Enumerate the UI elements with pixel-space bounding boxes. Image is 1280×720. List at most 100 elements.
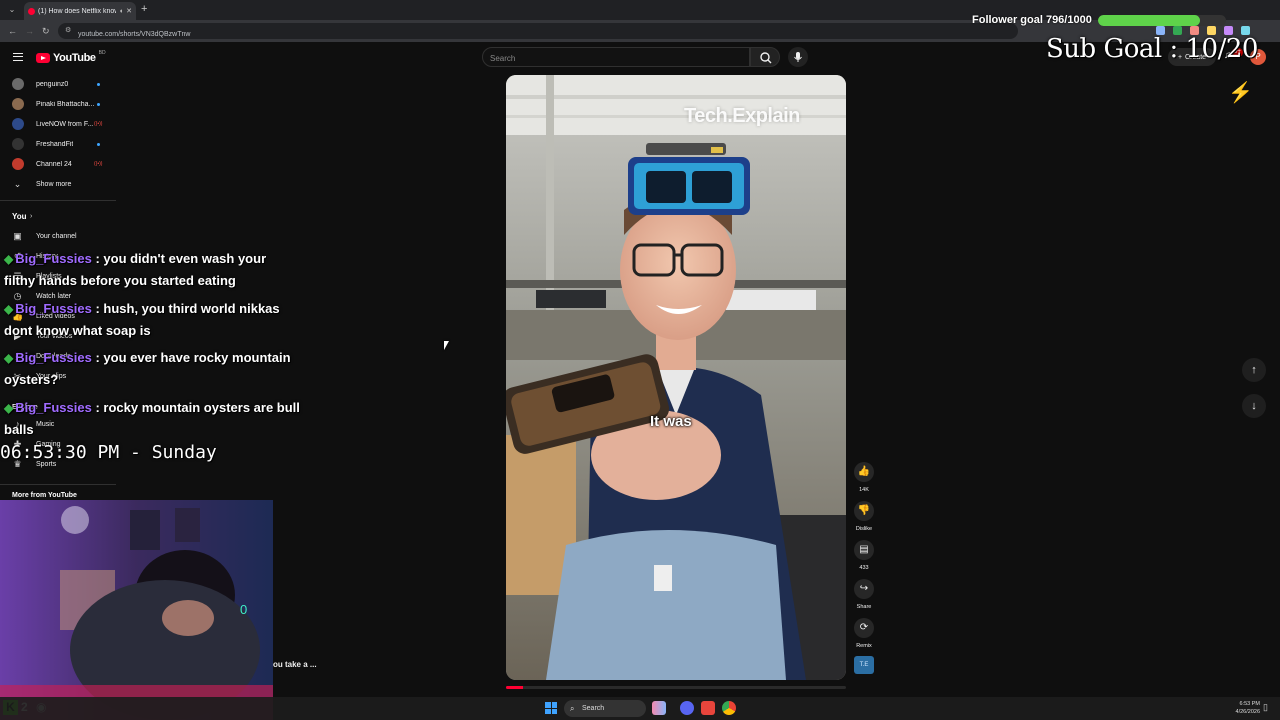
channel-avatar [12,98,24,110]
windows-taskbar: ⌕ Search 6:53 PM 4/26/2026 ▯ [0,697,1280,720]
chat-message: ◆ Big_Fussies : you didn't even wash your… [4,248,300,292]
taskbar-search-label: Search [582,705,605,712]
person-box-icon: ▣ [13,230,22,241]
shorts-video-player[interactable]: Tech.Explain It was [506,75,846,680]
chat-username: Big_Fussies [15,301,92,316]
you-heading: You [12,211,27,221]
next-short-button[interactable]: ↓ [1242,394,1266,418]
sidebar-subscription-item[interactable]: Pinaki Bhattacha... [0,94,116,114]
video-progress-bar[interactable] [506,686,846,689]
youtube-favicon-icon [28,7,35,15]
sidebar-item-label: Your channel [36,232,77,240]
video-caption: It was [650,413,692,430]
sidebar-subscription-item[interactable]: FreshandFit [0,134,116,154]
chrome-icon[interactable] [722,701,736,715]
search-icon: ⌕ [570,704,575,713]
address-bar[interactable]: ⚙ youtube.com/shorts/VN3dQBzwTnw [58,23,1018,39]
tab-search-icon[interactable]: ⌄ [6,4,18,16]
chat-message: ◆ Big_Fussies : you ever have rocky mount… [4,347,300,391]
stream-clock: 06:53:30 PM - Sunday [0,442,217,463]
channel-avatar [12,118,24,130]
remix-button[interactable]: ⟳ [854,618,874,638]
browser-tab-youtube[interactable]: (1) How does Netflix know... ◖ ✕ [24,2,136,20]
site-info-icon[interactable]: ⚙ [65,26,71,34]
taskbar-app-icon[interactable] [701,701,715,715]
thumb-down-icon: 👎 [857,505,871,516]
video-watermark: Tech.Explain [684,105,800,127]
video-frame [506,75,846,680]
share-label: Share [856,604,872,610]
close-icon[interactable]: ✕ [126,7,132,15]
menu-icon[interactable] [13,53,23,61]
reload-icon[interactable]: ↻ [42,25,50,37]
svg-text:0: 0 [240,602,247,617]
speaker-icon[interactable]: ◖ [119,8,123,15]
chat-message: ◆ Big_Fussies : rocky mountain oysters ar… [4,397,300,441]
video-progress-fill [506,686,523,689]
system-time: 6:53 PM [1239,701,1260,707]
comments-button[interactable]: ▤ [854,540,874,560]
new-tab-button[interactable]: + [141,3,147,15]
webcam-feed: 0 [0,500,273,720]
remix-label: Remix [856,643,872,649]
show-more-button[interactable]: ⌄ Show more [0,174,116,194]
forward-arrow-icon[interactable]: → [25,25,34,37]
voice-search-button[interactable] [788,47,808,67]
like-button[interactable]: 👍 [854,462,874,482]
search-icon [760,52,772,64]
sidebar-subscription-item[interactable]: penguinz0 [0,74,116,94]
address-url: youtube.com/shorts/VN3dQBzwTnw [78,31,191,38]
subscription-name: penguinz0 [36,80,69,88]
remix-action: ⟳ Remix [850,618,878,658]
channel-avatar [12,138,24,150]
subscription-name: Channel 24 [36,160,72,168]
more-from-youtube-heading: More from YouTube [12,492,77,499]
share-button[interactable]: ↪ [854,579,874,599]
new-content-dot-icon [97,82,100,86]
channel-avatar [12,158,24,170]
chat-badge-icon: ◆ [4,401,14,415]
chat-username: Big_Fussies [15,350,92,365]
notifications-icon[interactable]: ▯ [1263,702,1268,713]
thumb-up-icon: 👍 [857,466,871,477]
dislike-action: 👎 Dislike [850,501,878,541]
logo-region: BD [98,50,106,56]
like-label: 14K [859,487,869,493]
taskbar-app-widget-icon[interactable] [652,701,666,715]
chat-username: Big_Fussies [15,251,92,266]
microphone-icon [794,52,802,62]
comment-icon: ▤ [859,544,869,555]
chat-badge-icon: ◆ [4,302,14,316]
sidebar-subscription-item[interactable]: Channel 24 ((•)) [0,154,116,174]
back-arrow-icon[interactable]: ← [8,25,17,37]
channel-thumbnail[interactable]: T.E [854,656,874,674]
system-clock[interactable]: 6:53 PM 4/26/2026 [1230,700,1260,716]
taskbar-search[interactable]: ⌕ Search [564,700,646,717]
sidebar-subscription-item[interactable]: LiveNOW from F... ((•)) [0,114,116,134]
follower-goal-bar [1097,14,1226,26]
follower-goal-fill [1097,14,1200,26]
remix-icon: ⟳ [859,622,869,633]
dislike-label: Dislike [855,526,873,532]
sidebar-item[interactable]: ▣ Your channel [0,226,116,246]
lightning-bolt-icon: ⚡ [1228,82,1253,104]
discord-icon[interactable] [680,701,694,715]
dislike-button[interactable]: 👎 [854,501,874,521]
live-indicator-icon: ((•)) [94,161,103,167]
comments-action: ▤ 433 [850,540,878,580]
you-section-link[interactable]: You › [0,206,116,226]
chat-message: ◆ Big_Fussies : hush, you third world nik… [4,298,300,342]
chevron-down-icon: ⌄ [13,178,22,189]
chat-badge-icon: ◆ [4,351,14,365]
arrow-up-icon: ↑ [1251,364,1257,376]
arrow-down-icon: ↓ [1251,400,1257,412]
search-input[interactable]: Search [482,47,750,67]
comments-label: 433 [859,565,869,571]
truncated-caption: ou take a ... [273,660,317,669]
subscription-name: FreshandFit [36,140,74,148]
search-button[interactable] [750,47,780,67]
windows-start-icon[interactable] [545,702,557,714]
youtube-logo[interactable]: YouTube BD [36,50,106,64]
share-action: ↪ Share [850,579,878,619]
previous-short-button[interactable]: ↑ [1242,358,1266,382]
